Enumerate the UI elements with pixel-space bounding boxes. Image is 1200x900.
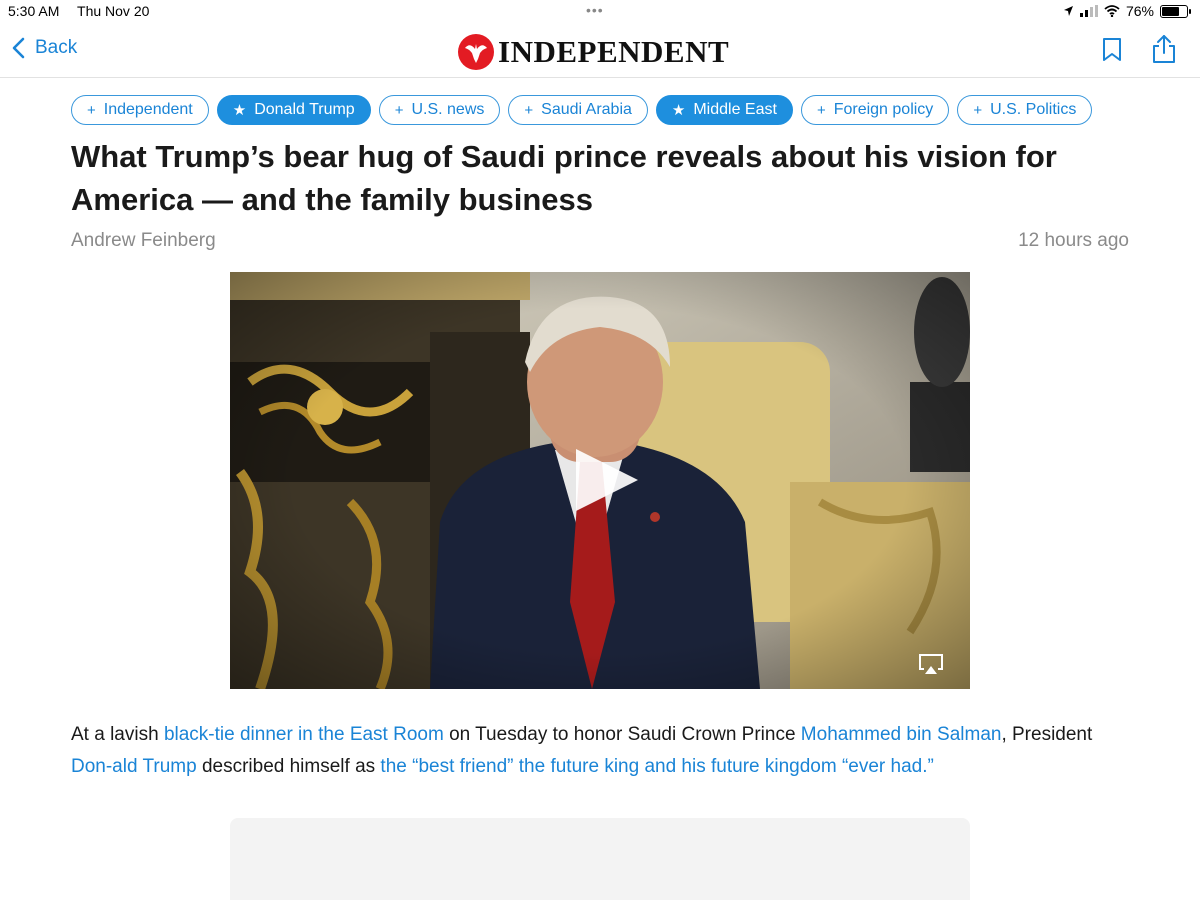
plus-icon: + (816, 101, 826, 119)
cellular-signal-icon (1079, 5, 1098, 17)
topic-tags: + Independent ★ Donald Trump + U.S. news + S… (71, 95, 1093, 125)
nav-bar: Back INDEPENDENT (0, 24, 1200, 78)
paragraph-text: , President (1001, 724, 1093, 745)
share-button[interactable] (1151, 34, 1177, 69)
logo-text: INDEPENDENT (498, 34, 730, 69)
tag-label: Middle East (693, 101, 777, 118)
status-time: 5:30 AM (8, 3, 60, 19)
status-bar: 5:30 AM Thu Nov 20 ••• 76% (0, 0, 1200, 24)
battery-percent: 76% (1125, 3, 1154, 19)
plus-icon: + (973, 101, 983, 119)
bookmark-icon (1103, 38, 1121, 61)
chevron-left-icon (12, 37, 25, 59)
back-button[interactable]: Back (12, 37, 77, 59)
plus-icon: + (394, 101, 404, 119)
article-author[interactable]: Andrew Feinberg (71, 230, 216, 252)
status-right: 76% (1063, 3, 1191, 19)
share-icon (1153, 35, 1175, 63)
embedded-content-placeholder (230, 818, 970, 900)
eagle-logo-icon (458, 34, 494, 70)
play-icon[interactable] (574, 447, 640, 518)
tag-us-politics[interactable]: + U.S. Politics (957, 95, 1093, 125)
article-headline: What Trump’s bear hug of Saudi prince re… (71, 139, 1057, 217)
paragraph-text: At a lavish (71, 724, 164, 745)
tag-foreign-policy[interactable]: + Foreign policy (800, 95, 950, 125)
article-timestamp: 12 hours ago (1018, 230, 1129, 251)
airplay-icon[interactable] (918, 653, 944, 680)
status-left: 5:30 AM Thu Nov 20 (8, 3, 163, 19)
status-date: Thu Nov 20 (77, 3, 150, 19)
plus-icon: + (524, 101, 534, 119)
wifi-icon (1104, 5, 1120, 17)
tag-label: U.S. Politics (990, 101, 1077, 118)
tag-saudi-arabia[interactable]: + Saudi Arabia (508, 95, 648, 125)
independent-logo: INDEPENDENT (458, 34, 729, 70)
multitasking-dots-icon[interactable]: ••• (586, 2, 604, 18)
tag-donald-trump[interactable]: ★ Donald Trump (216, 95, 371, 125)
link-donald-trump[interactable]: Don-­ald Trump (71, 756, 197, 777)
bookmark-button[interactable] (1101, 37, 1123, 68)
back-label: Back (35, 37, 78, 58)
link-mohammed-bin-salman[interactable]: Mohammed bin Salman (801, 724, 1002, 745)
star-icon: ★ (232, 102, 247, 119)
tag-us-news[interactable]: + U.S. news (378, 95, 501, 125)
article-paragraph: At a lavish black-tie dinner in the East… (71, 719, 1129, 783)
battery-fill (1162, 6, 1179, 16)
tag-label: U.S. news (411, 101, 485, 118)
location-arrow-icon (1063, 6, 1073, 16)
tag-label: Saudi Arabia (541, 101, 632, 118)
tag-independent[interactable]: + Independent (71, 95, 209, 125)
paragraph-text: on Tuesday to honor Saudi Crown Prince (443, 724, 801, 745)
tag-middle-east[interactable]: ★ Middle East (655, 95, 793, 125)
link-best-friend-quote[interactable]: the “best friend” the future king and hi… (380, 756, 933, 777)
tag-label: Donald Trump (254, 101, 355, 118)
battery-icon (1160, 4, 1191, 18)
tag-label: Independent (103, 101, 193, 118)
paragraph-text: described himself as (196, 756, 381, 777)
plus-icon: + (87, 101, 96, 119)
star-icon: ★ (671, 102, 686, 119)
link-east-room-dinner[interactable]: black-tie dinner in the East Room (164, 724, 444, 745)
tag-label: Foreign policy (833, 101, 934, 118)
